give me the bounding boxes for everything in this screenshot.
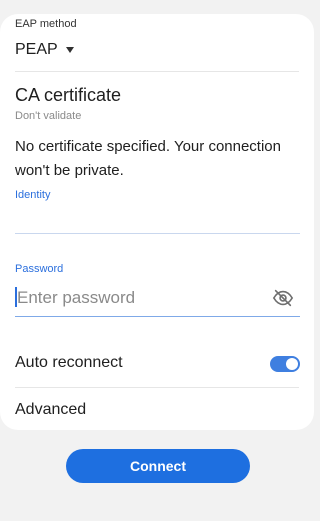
eap-method-dropdown[interactable]: PEAP xyxy=(15,41,74,59)
password-underline xyxy=(15,316,300,317)
ca-certificate-row[interactable]: CA certificate Don't validate xyxy=(15,85,121,122)
password-field[interactable]: Enter password xyxy=(15,282,300,314)
identity-field[interactable] xyxy=(15,206,300,232)
password-label: Password xyxy=(15,263,64,275)
ca-certificate-subtitle: Don't validate xyxy=(15,110,82,122)
advanced-label: Advanced xyxy=(15,401,87,418)
eap-method-label: EAP method xyxy=(15,18,77,30)
chevron-down-icon xyxy=(65,47,74,53)
divider xyxy=(15,71,299,72)
connect-button[interactable]: Connect xyxy=(66,449,250,483)
ca-certificate-title: CA certificate xyxy=(15,85,122,105)
auto-reconnect-row[interactable]: Auto reconnect xyxy=(0,344,314,384)
auto-reconnect-toggle[interactable] xyxy=(270,356,300,372)
certificate-warning-text: No certificate specified. Your connectio… xyxy=(15,138,281,179)
password-placeholder: Enter password xyxy=(17,288,136,307)
identity-underline xyxy=(15,233,300,234)
auto-reconnect-label: Auto reconnect xyxy=(15,354,123,371)
identity-label: Identity xyxy=(15,189,51,201)
divider xyxy=(15,387,299,388)
toggle-knob xyxy=(286,358,298,370)
advanced-row[interactable]: Advanced xyxy=(0,392,314,428)
eap-method-value: PEAP xyxy=(15,41,58,58)
wifi-settings-card: EAP method PEAP CA certificate Don't val… xyxy=(0,14,314,430)
eye-off-icon[interactable] xyxy=(272,287,294,309)
